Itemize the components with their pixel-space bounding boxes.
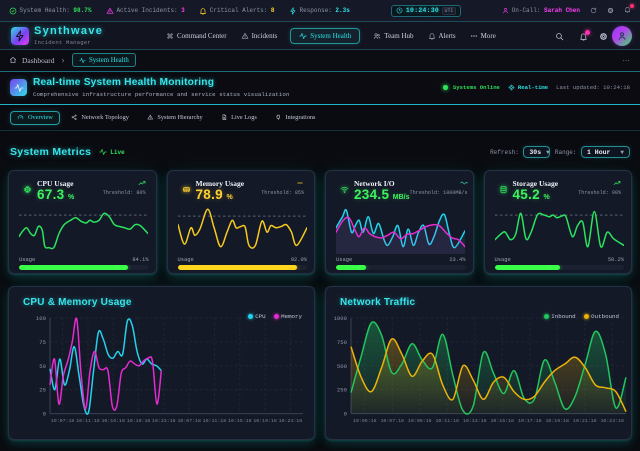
svg-text:100: 100 [36,315,47,322]
svg-text:10:11:18: 10:11:18 [76,418,100,424]
svg-text:10:19:18: 10:19:18 [545,418,569,424]
svg-text:10:17:18: 10:17:18 [518,418,542,424]
svg-text:10:24:18: 10:24:18 [279,418,303,424]
svg-text:10:11:18: 10:11:18 [435,418,459,424]
svg-text:500: 500 [337,363,348,370]
svg-text:0: 0 [43,411,47,418]
svg-text:10:07:18: 10:07:18 [51,418,75,424]
svg-text:10:07:18: 10:07:18 [380,418,404,424]
svg-text:25: 25 [39,387,46,394]
svg-text:10:15:18: 10:15:18 [101,418,125,424]
svg-text:10:19:18: 10:19:18 [127,418,151,424]
svg-text:750: 750 [337,339,348,346]
svg-text:75: 75 [39,339,46,346]
svg-text:10:21:18: 10:21:18 [573,418,597,424]
svg-text:10:05:18: 10:05:18 [353,418,377,424]
svg-text:0: 0 [344,411,348,418]
svg-text:10:13:18: 10:13:18 [463,418,487,424]
svg-text:10:15:18: 10:15:18 [490,418,514,424]
svg-text:10:09:18: 10:09:18 [408,418,432,424]
svg-text:10:15:18: 10:15:18 [228,418,252,424]
svg-text:10:19:18: 10:19:18 [253,418,277,424]
svg-text:250: 250 [337,387,348,394]
svg-text:50: 50 [39,363,46,370]
svg-text:10:24:18: 10:24:18 [600,418,624,424]
svg-text:10:07:18: 10:07:18 [177,418,201,424]
svg-text:1000: 1000 [334,315,348,322]
svg-text:10:11:18: 10:11:18 [203,418,227,424]
svg-text:10:23:18: 10:23:18 [152,418,176,424]
